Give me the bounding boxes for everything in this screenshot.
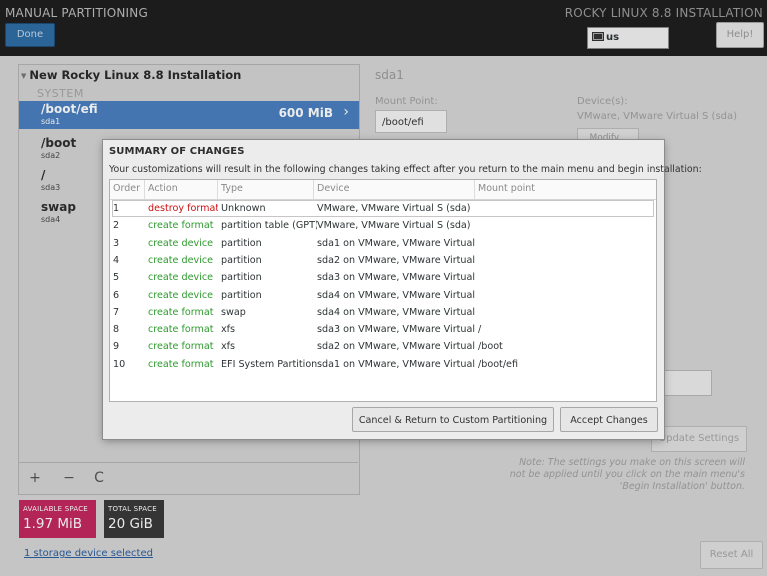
table-row[interactable]: 2 create format partition table (GPT) VMwar…: [110, 217, 656, 234]
cancel-return-label: Cancel & Return to Custom Partitioning: [358, 415, 548, 426]
cell-action: create device: [148, 254, 214, 266]
cell-device: VMware, VMware Virtual S (sda): [317, 220, 471, 232]
cell-action: create format: [148, 324, 214, 336]
cell-order: 4: [113, 254, 120, 266]
cell-action: create format: [148, 358, 214, 370]
dialog-subtitle: Your customizations will result in the f…: [109, 164, 702, 175]
cell-device: VMware, VMware Virtual S (sda): [317, 203, 471, 214]
cell-order: 6: [113, 289, 120, 301]
table-row[interactable]: 9 create format xfs sda2 on VMware, VMware …: [110, 338, 656, 355]
cell-mount: /: [478, 324, 482, 336]
cell-mount: /boot/efi: [478, 358, 519, 370]
cell-action: destroy format: [148, 203, 218, 214]
table-row[interactable]: 6 create device partition sda4 on VMware, V…: [110, 287, 656, 304]
cell-type: EFI System Partition: [221, 358, 317, 370]
cell-type: swap: [221, 306, 246, 318]
accept-changes-button[interactable]: Accept Changes: [560, 407, 658, 432]
dialog-title: SUMMARY OF CHANGES: [109, 146, 245, 157]
table-row[interactable]: 4 create device partition sda2 on VMware, V…: [110, 252, 656, 269]
cell-type: partition: [221, 289, 262, 301]
accept-changes-label: Accept Changes: [570, 415, 648, 426]
cell-action: create format: [148, 306, 214, 318]
cell-device: sda1 on VMware, VMware Virtual S: [317, 358, 477, 370]
cell-device: sda1 on VMware, VMware Virtual S: [317, 237, 477, 249]
cell-action: create device: [148, 289, 214, 301]
cell-order: 7: [113, 306, 120, 318]
cell-order: 10: [113, 358, 126, 370]
table-row[interactable]: 5 create device partition sda3 on VMware, V…: [110, 269, 656, 286]
cell-type: partition: [221, 272, 262, 284]
cell-order: 3: [113, 237, 120, 249]
cell-device: sda2 on VMware, VMware Virtual S: [317, 254, 477, 266]
cell-type: Unknown: [221, 203, 266, 214]
cell-order: 2: [113, 220, 120, 232]
cell-order: 5: [113, 272, 120, 284]
column-header-action[interactable]: Action: [145, 180, 218, 199]
cell-type: xfs: [221, 341, 236, 353]
cell-device: sda2 on VMware, VMware Virtual S: [317, 341, 477, 353]
table-row[interactable]: 1 destroy format Unknown VMware, VMware Vir…: [112, 200, 654, 217]
column-header-order[interactable]: Order: [110, 180, 145, 199]
table-row[interactable]: 3 create device partition sda1 on VMware, V…: [110, 235, 656, 252]
cell-action: create device: [148, 272, 214, 284]
cell-action: create format: [148, 341, 214, 353]
table-header: Order Action Type Device Mount point: [110, 180, 656, 200]
table-row[interactable]: 8 create format xfs sda3 on VMware, VMware …: [110, 321, 656, 338]
cancel-return-button[interactable]: Cancel & Return to Custom Partitioning: [352, 407, 554, 432]
table-row[interactable]: 10 create format EFI System Partition sda1 …: [110, 356, 656, 373]
column-header-mount-point[interactable]: Mount point: [475, 180, 656, 199]
cell-device: sda4 on VMware, VMware Virtual S: [317, 289, 477, 301]
cell-action: create format: [148, 220, 214, 232]
cell-order: 8: [113, 324, 120, 336]
cell-device: sda3 on VMware, VMware Virtual S: [317, 272, 477, 284]
cell-device: sda3 on VMware, VMware Virtual S: [317, 324, 477, 336]
cell-device: sda4 on VMware, VMware Virtual S: [317, 306, 477, 318]
cell-type: partition: [221, 254, 262, 266]
cell-order: 9: [113, 341, 120, 353]
cell-order: 1: [113, 203, 120, 214]
cell-mount: /boot: [478, 341, 503, 353]
cell-type: partition: [221, 237, 262, 249]
table-row[interactable]: 7 create format swap sda4 on VMware, VMware…: [110, 304, 656, 321]
cell-action: create device: [148, 237, 214, 249]
column-header-type[interactable]: Type: [218, 180, 314, 199]
summary-of-changes-dialog: SUMMARY OF CHANGES Your customizations w…: [103, 140, 702, 439]
cell-type: xfs: [221, 324, 236, 336]
column-header-device[interactable]: Device: [314, 180, 475, 199]
cell-type: partition table (GPT): [221, 220, 317, 232]
changes-table: Order Action Type Device Mount point 1 de…: [109, 179, 657, 402]
